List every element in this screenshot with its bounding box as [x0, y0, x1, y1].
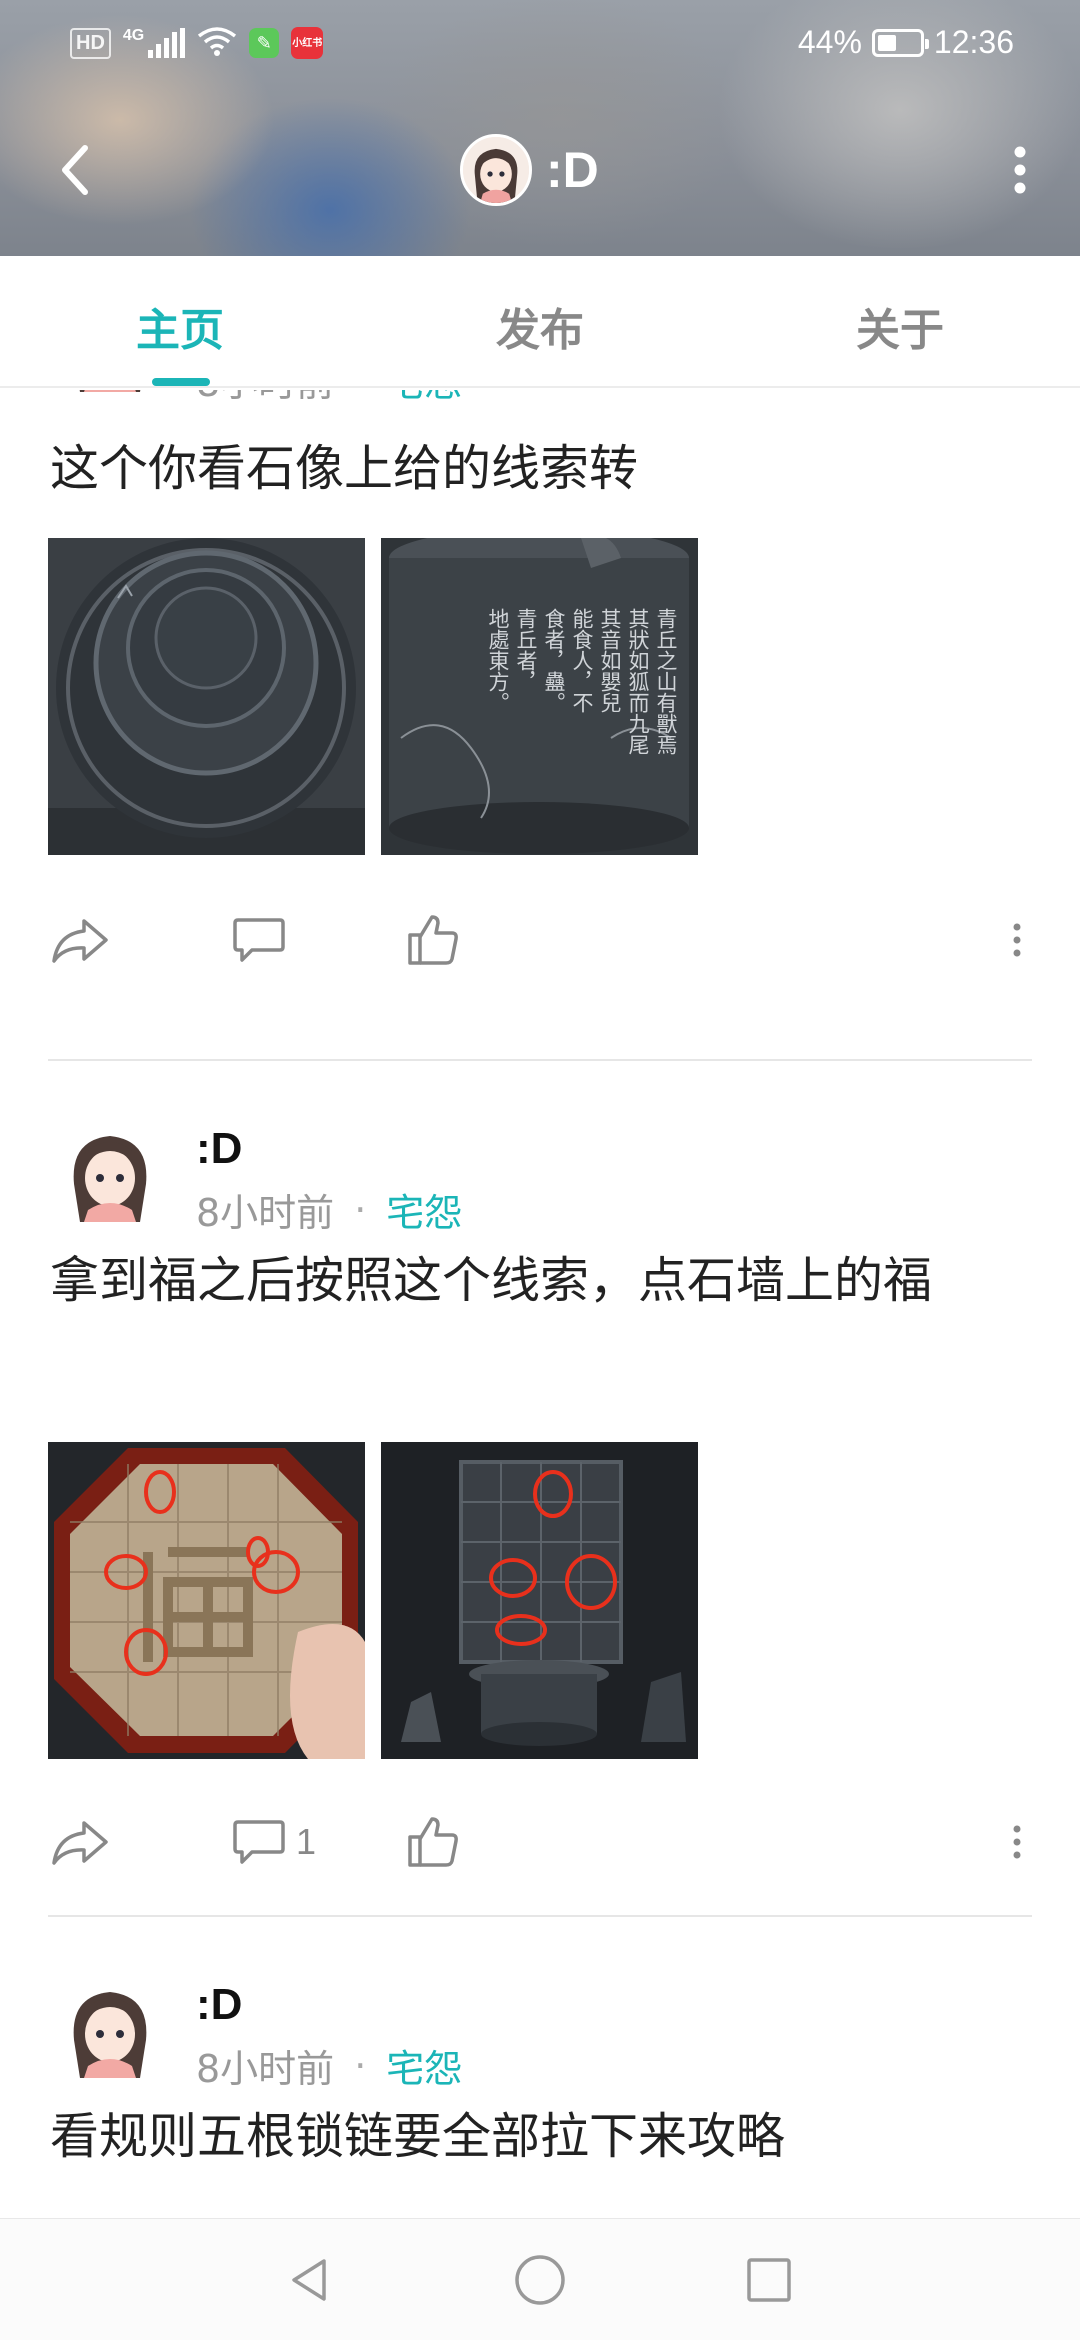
system-navigation-bar: [0, 2218, 1080, 2340]
post-meta: 8小时前 · 宅怨: [196, 390, 462, 407]
profile-tabs: 主页 发布 关于: [0, 256, 1080, 388]
post-tag[interactable]: 宅怨: [386, 1182, 462, 1237]
post-more-button[interactable]: [1012, 900, 1022, 980]
post-meta: 8小时前 · 宅怨: [196, 2038, 462, 2093]
comment-icon: [233, 1820, 285, 1864]
top-nav-bar: :D: [0, 110, 1080, 230]
post-images: 青丘之山有獸焉 其狀如狐而九尾 其音如嬰兒 能食人，不 食者，蠱。 青丘者， 地…: [48, 538, 698, 855]
network-type: 4G: [122, 27, 145, 44]
triangle-back-icon: [292, 2259, 326, 2301]
profile-avatar: [460, 134, 532, 206]
system-back-button[interactable]: [274, 2245, 344, 2315]
post-feed[interactable]: 8小时前 · 宅怨 这个你看石像上给的线索转: [0, 390, 1080, 2218]
status-bar: HD 4G ✎ 小红书 44% 12:36: [0, 0, 1080, 90]
thumbs-up-icon: [408, 1817, 458, 1867]
meta-separator: ·: [354, 1187, 367, 1232]
post-tag[interactable]: 宅怨: [386, 390, 462, 407]
author-avatar[interactable]: [60, 390, 160, 392]
comment-icon: [233, 918, 285, 962]
post-tag[interactable]: 宅怨: [386, 2038, 462, 2093]
post-images: [48, 1442, 698, 1759]
battery-percent: 44%: [797, 24, 862, 60]
post-image[interactable]: [48, 538, 365, 855]
post-more-button[interactable]: [1012, 1802, 1022, 1882]
more-options-button[interactable]: [990, 135, 1050, 205]
status-left: HD 4G ✎ 小红书: [70, 26, 324, 60]
hd-icon: HD: [70, 27, 111, 59]
wifi-icon: [197, 26, 237, 60]
post-actions: [50, 900, 1030, 980]
post-text[interactable]: 看规则五根锁链要全部拉下来攻略: [50, 2100, 1030, 2174]
system-home-button[interactable]: [505, 2245, 575, 2315]
author-avatar[interactable]: [60, 1122, 160, 1222]
post-author[interactable]: :D: [196, 1980, 242, 2030]
post-header: 8小时前 · 宅怨: [50, 390, 1030, 412]
thumbs-up-icon: [408, 915, 458, 965]
like-button[interactable]: [406, 1802, 460, 1882]
like-button[interactable]: [406, 900, 460, 980]
post-image[interactable]: [381, 1442, 698, 1759]
post-meta: 8小时前 · 宅怨: [196, 1182, 462, 1237]
profile-title[interactable]: :D: [460, 134, 599, 206]
signal-icon: [148, 28, 186, 58]
post-time: 8小时前: [196, 2047, 335, 2091]
post-header: :D 8小时前 · 宅怨: [50, 1978, 1030, 2098]
post-divider: [48, 1915, 1032, 1917]
square-recents-icon: [747, 2258, 791, 2302]
system-recents-button[interactable]: [734, 2245, 804, 2315]
post-time: 8小时前: [196, 390, 334, 407]
post-time: 8小时前: [196, 1191, 335, 1235]
clock: 12:36: [933, 24, 1014, 60]
back-button[interactable]: [40, 135, 110, 205]
xiaohongshu-notification-icon: 小红书: [291, 27, 324, 59]
post-image[interactable]: 青丘之山有獸焉 其狀如狐而九尾 其音如嬰兒 能食人，不 食者，蠱。 青丘者， 地…: [381, 538, 698, 855]
app-notification-icon: ✎: [249, 28, 280, 58]
share-button[interactable]: [50, 1802, 110, 1882]
tab-about[interactable]: 关于: [720, 256, 1080, 386]
circle-home-icon: [515, 2255, 565, 2305]
post-image[interactable]: [48, 1442, 365, 1759]
active-tab-indicator: [152, 378, 210, 386]
share-button[interactable]: [50, 900, 110, 980]
comment-count: 1: [296, 1821, 317, 1862]
more-vertical-icon: [1013, 1825, 1021, 1859]
post-header: :D 8小时前 · 宅怨: [50, 1122, 1030, 1242]
status-right: 44% 12:36: [798, 24, 1014, 61]
profile-name: :D: [546, 142, 599, 198]
post-text[interactable]: 拿到福之后按照这个线索，点石墙上的福: [50, 1244, 1030, 1318]
stone-inscription: 青丘之山有獸焉 其狀如狐而九尾 其音如嬰兒 能食人，不 食者，蠱。 青丘者， 地…: [486, 608, 678, 755]
tab-posts[interactable]: 发布: [360, 256, 720, 386]
tab-home[interactable]: 主页: [0, 256, 360, 386]
post-text[interactable]: 这个你看石像上给的线索转: [50, 432, 1030, 506]
comment-button[interactable]: [232, 900, 296, 980]
more-vertical-icon: [1014, 146, 1026, 194]
share-icon: [52, 1821, 108, 1865]
meta-separator: ·: [354, 390, 366, 402]
post-actions: 1: [50, 1802, 1030, 1882]
post-author[interactable]: :D: [196, 1124, 242, 1174]
meta-separator: ·: [354, 2043, 367, 2088]
more-vertical-icon: [1013, 923, 1021, 957]
battery-icon: [871, 28, 929, 57]
chevron-left-icon: [62, 145, 88, 195]
author-avatar[interactable]: [60, 1978, 160, 2078]
share-icon: [52, 919, 108, 963]
profile-header: HD 4G ✎ 小红书 44% 12:36:D: [0, 0, 1080, 256]
post-divider: [48, 1059, 1032, 1061]
comment-button[interactable]: 1: [232, 1802, 316, 1882]
